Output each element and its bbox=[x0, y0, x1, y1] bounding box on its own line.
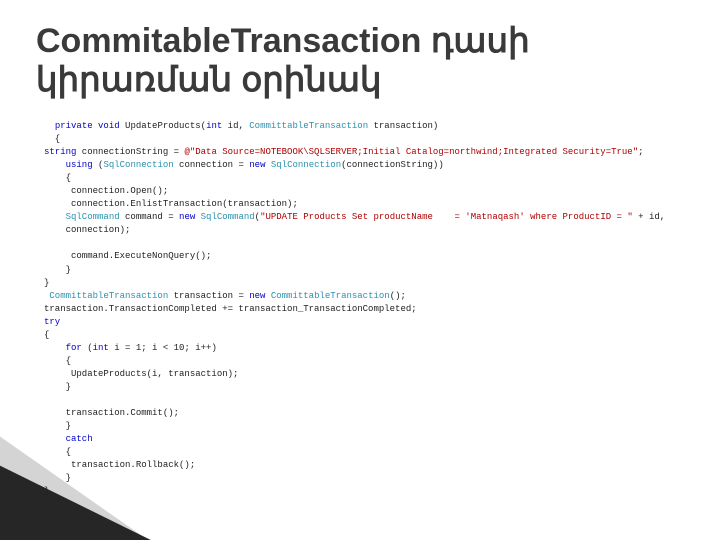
code-token: "UPDATE Products Set productName = 'Matn… bbox=[260, 212, 633, 222]
code-token: { bbox=[44, 356, 71, 366]
slide-title: CommitableTransaction դասի կիրառման օրին… bbox=[36, 22, 690, 100]
code-token bbox=[44, 212, 66, 222]
code-token: command = bbox=[120, 212, 179, 222]
code-token: ; bbox=[638, 147, 643, 157]
code-token: } bbox=[44, 382, 71, 392]
code-token: UpdateProducts( bbox=[120, 121, 206, 131]
code-token: void bbox=[98, 121, 120, 131]
code-token: command.ExecuteNonQuery(); bbox=[44, 251, 211, 261]
code-token: } bbox=[44, 278, 49, 288]
code-token: private bbox=[55, 121, 93, 131]
code-token bbox=[44, 160, 66, 170]
code-token: try bbox=[44, 317, 60, 327]
code-token: connection.EnlistTransaction(transaction… bbox=[44, 199, 298, 209]
code-token: } bbox=[44, 473, 71, 483]
code-token bbox=[44, 434, 66, 444]
code-token: } bbox=[44, 486, 49, 496]
code-token: { bbox=[44, 330, 49, 340]
code-token: { bbox=[44, 134, 60, 144]
code-token: ( bbox=[93, 160, 104, 170]
code-token: catch bbox=[66, 434, 93, 444]
slide: CommitableTransaction դասի կիրառման օրին… bbox=[0, 0, 720, 540]
code-token: connection = bbox=[174, 160, 250, 170]
code-token: SqlConnection bbox=[103, 160, 173, 170]
code-token: transaction.Rollback(); bbox=[44, 460, 195, 470]
code-token: CommittableTransaction bbox=[49, 291, 168, 301]
code-block: private void UpdateProducts(int id, Comm… bbox=[44, 120, 696, 498]
code-token: transaction.Commit(); bbox=[44, 408, 179, 418]
code-token: transaction.TransactionCompleted += tran… bbox=[44, 304, 417, 314]
code-token: string bbox=[44, 147, 76, 157]
code-token: ( bbox=[82, 343, 93, 353]
code-token: CommittableTransaction bbox=[271, 291, 390, 301]
code-token: transaction) bbox=[368, 121, 438, 131]
code-token: SqlConnection bbox=[271, 160, 341, 170]
code-token bbox=[44, 343, 66, 353]
code-token: for bbox=[66, 343, 82, 353]
code-token: int bbox=[93, 343, 109, 353]
code-token: } bbox=[44, 421, 71, 431]
code-token: connectionString = bbox=[76, 147, 184, 157]
code-token: connection.Open(); bbox=[44, 186, 168, 196]
code-token: } bbox=[44, 265, 71, 275]
code-token: i = 1; i < 10; i++) bbox=[109, 343, 217, 353]
code-token: id, bbox=[222, 121, 249, 131]
code-token: new bbox=[249, 160, 265, 170]
code-token: SqlCommand bbox=[201, 212, 255, 222]
code-token: { bbox=[44, 173, 71, 183]
code-token: @"Data Source=NOTEBOOK\SQLSERVER;Initial… bbox=[184, 147, 638, 157]
code-token: (); bbox=[390, 291, 406, 301]
code-token: (connectionString)) bbox=[341, 160, 444, 170]
code-token: int bbox=[206, 121, 222, 131]
code-token: { bbox=[44, 447, 71, 457]
code-token: new bbox=[179, 212, 195, 222]
code-token: transaction = bbox=[168, 291, 249, 301]
code-token: SqlCommand bbox=[66, 212, 120, 222]
code-token: new bbox=[249, 291, 265, 301]
code-token: CommittableTransaction bbox=[249, 121, 368, 131]
code-token: UpdateProducts(i, transaction); bbox=[44, 369, 238, 379]
code-token: using bbox=[66, 160, 93, 170]
code-token bbox=[44, 121, 55, 131]
